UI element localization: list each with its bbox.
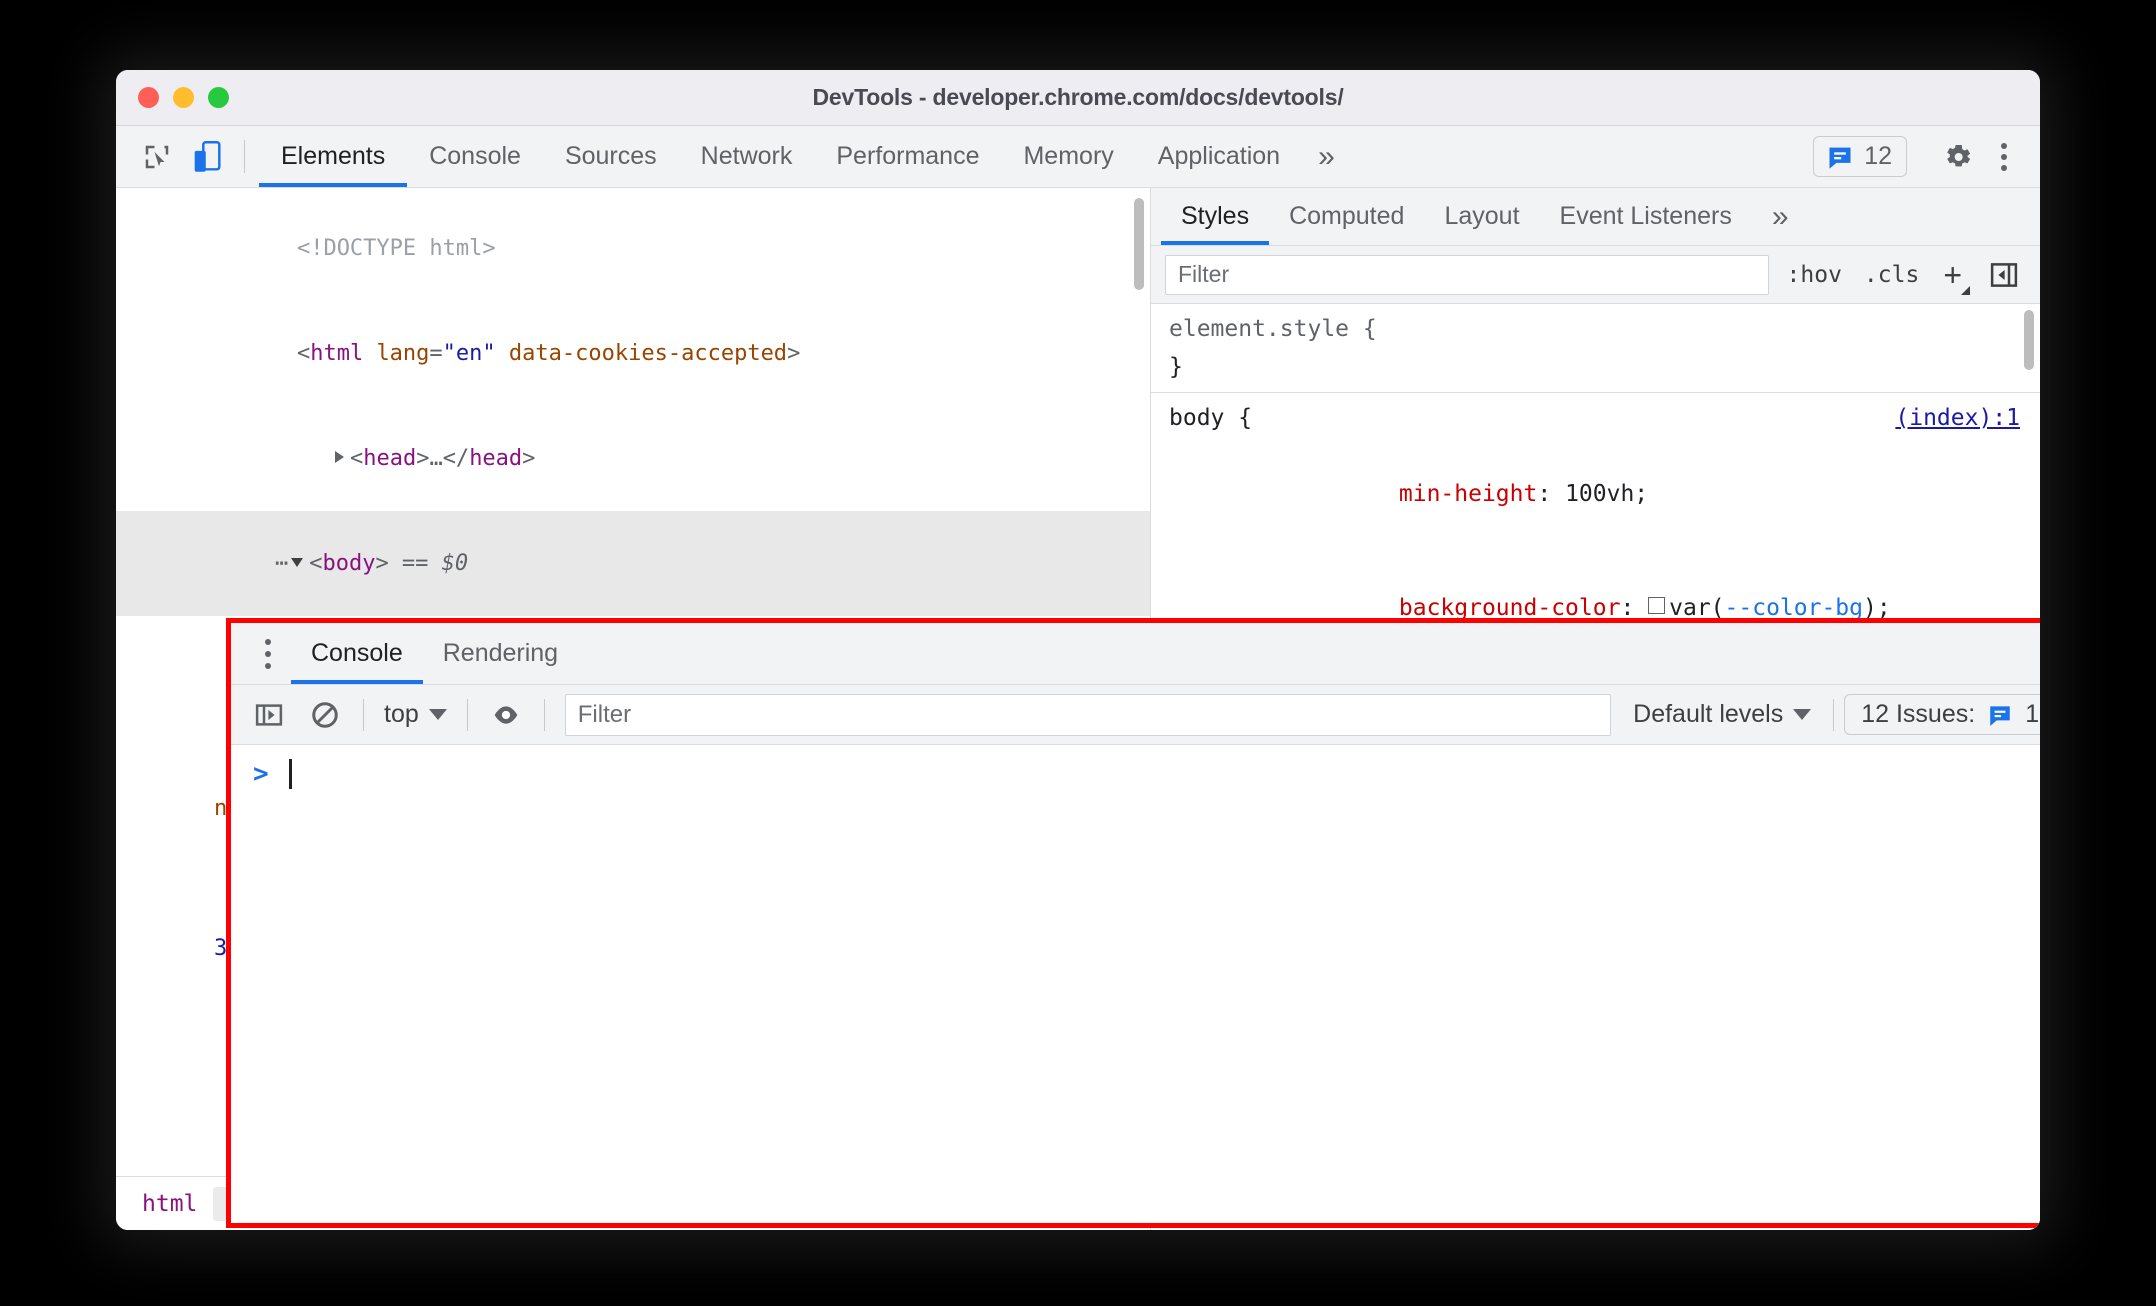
toggle-styles-sidebar-icon[interactable] (1982, 253, 2026, 297)
tab-styles[interactable]: Styles (1161, 188, 1270, 245)
console-prompt-row[interactable]: > (231, 751, 2040, 797)
chevron-down-icon (1793, 709, 1812, 720)
drawer-more-options-icon[interactable] (245, 623, 291, 684)
more-options-icon[interactable] (1986, 142, 2022, 171)
style-rule-element-style[interactable]: element.style { } (1151, 304, 2040, 393)
color-swatch-icon[interactable] (1648, 597, 1666, 614)
body-selector: body { (1169, 405, 1253, 431)
tab-elements[interactable]: Elements (259, 126, 408, 187)
console-toolbar: top Filter Default levels 12 Issues: 1 (231, 685, 2040, 745)
devtools-window: DevTools - developer.chrome.com/docs/dev… (116, 70, 2040, 1230)
dom-node-html[interactable]: <html lang="en" data-cookies-accepted> (116, 301, 1150, 406)
styles-scrollbar[interactable] (2024, 310, 2034, 370)
tab-console[interactable]: Console (407, 126, 543, 187)
body-dollar-zero: $0 (441, 551, 469, 576)
issue-bubble-icon (1990, 705, 2010, 726)
console-output[interactable]: > (231, 745, 2040, 1223)
console-prompt-chevron-icon: > (253, 759, 269, 789)
html-cookies-attr-name: data-cookies-accepted (508, 341, 788, 366)
console-issues-button[interactable]: 12 Issues: 12 (1844, 694, 2040, 735)
collapse-body-icon[interactable] (291, 558, 304, 567)
doctype-text: <!DOCTYPE html> (296, 236, 496, 261)
console-context-value: top (384, 700, 419, 728)
drawer-tab-console[interactable]: Console (291, 623, 423, 684)
tab-sources[interactable]: Sources (543, 126, 679, 187)
console-context-selector[interactable]: top (374, 700, 457, 729)
console-toolbar-divider-4 (1833, 698, 1835, 731)
inspect-element-icon[interactable] (134, 134, 180, 180)
html-lang-attr-name: lang (376, 341, 430, 366)
device-toolbar-icon[interactable] (184, 134, 230, 180)
console-filter-input[interactable]: Filter (564, 693, 1612, 736)
new-style-rule-button[interactable]: + (1937, 259, 1970, 295)
tab-computed[interactable]: Computed (1269, 188, 1424, 245)
window-title: DevTools - developer.chrome.com/docs/dev… (812, 84, 1344, 110)
clear-console-icon[interactable] (297, 692, 353, 738)
issue-bubble-icon (1829, 147, 1851, 169)
breadcrumb-item-html[interactable]: html (130, 1187, 209, 1221)
more-styles-tabs-icon[interactable]: » (1752, 188, 1809, 245)
tabbar-divider (244, 140, 245, 173)
html-tagname: html (310, 341, 364, 366)
console-levels-value: Default levels (1633, 700, 1784, 728)
console-issues-label: 12 Issues: (1861, 700, 1976, 728)
issues-counter-button[interactable]: 12 (1813, 136, 1907, 177)
console-levels-selector[interactable]: Default levels (1621, 700, 1823, 729)
declaration-value: 100vh; (1565, 481, 1649, 507)
declaration-name: min-height (1398, 481, 1538, 507)
console-toolbar-divider (363, 698, 364, 731)
console-toolbar-divider-3 (543, 698, 545, 731)
console-drawer: Console Rendering top Filter Default lev… (226, 618, 2040, 1228)
maximize-window-button[interactable] (208, 87, 229, 108)
main-tabbar: Elements Console Sources Network Perform… (116, 126, 2040, 188)
hov-button[interactable]: :hov (1783, 260, 1846, 290)
settings-gear-icon[interactable] (1936, 135, 1980, 179)
body-equals: == (388, 551, 442, 576)
dom-tree-scrollbar[interactable] (1134, 198, 1144, 290)
window-traffic-lights (116, 87, 229, 108)
tab-network[interactable]: Network (679, 126, 815, 187)
issues-count: 12 (1864, 142, 1892, 170)
window-titlebar: DevTools - developer.chrome.com/docs/dev… (116, 70, 2040, 126)
tab-application[interactable]: Application (1136, 126, 1302, 187)
console-text-caret (288, 759, 292, 789)
screen-root: DevTools - developer.chrome.com/docs/dev… (0, 0, 2156, 1306)
node-ellipsis-icon[interactable]: ⋯ (275, 546, 289, 581)
styles-toolbar: Filter :hov .cls + (1151, 246, 2040, 304)
more-tabs-icon[interactable]: » (1302, 126, 1351, 187)
panel-tabs: Elements Console Sources Network Perform… (259, 126, 1351, 187)
console-sidebar-toggle-icon[interactable] (241, 692, 297, 738)
chevron-down-icon (428, 709, 447, 720)
element-style-close-brace: } (1169, 354, 1183, 380)
dom-node-head[interactable]: <head>…</head> (116, 406, 1150, 511)
expand-head-icon[interactable] (334, 451, 344, 463)
dom-node-body[interactable]: ⋯ <body> == $0 (116, 511, 1150, 616)
styles-filter-input[interactable]: Filter (1165, 254, 1769, 295)
close-window-button[interactable] (138, 87, 159, 108)
style-origin-link[interactable]: (index):1 (1895, 399, 2020, 437)
console-toolbar-divider-2 (466, 698, 468, 731)
tab-event-listeners[interactable]: Event Listeners (1540, 188, 1752, 245)
live-expression-eye-icon[interactable] (478, 692, 534, 738)
html-lang-attr-value: "en" (442, 341, 496, 366)
minimize-window-button[interactable] (173, 87, 194, 108)
tab-performance[interactable]: Performance (814, 126, 1001, 187)
declaration-min-height[interactable]: min-height: 100vh; (1169, 437, 2022, 551)
body-tagname: body (322, 551, 376, 576)
drawer-tabbar: Console Rendering (231, 623, 2040, 685)
cls-button[interactable]: .cls (1860, 260, 1923, 290)
console-issues-count: 12 (2025, 700, 2040, 728)
tabbar-tool-icons (116, 126, 230, 187)
tab-memory[interactable]: Memory (1001, 126, 1135, 187)
tab-layout[interactable]: Layout (1424, 188, 1539, 245)
element-style-selector: element.style { (1169, 316, 1377, 342)
styles-tabbar: Styles Computed Layout Event Listeners » (1151, 188, 2040, 246)
tabbar-right-actions: 12 (1813, 126, 2040, 187)
dom-node-doctype[interactable]: <!DOCTYPE html> (116, 196, 1150, 301)
drawer-tab-rendering[interactable]: Rendering (423, 623, 578, 684)
